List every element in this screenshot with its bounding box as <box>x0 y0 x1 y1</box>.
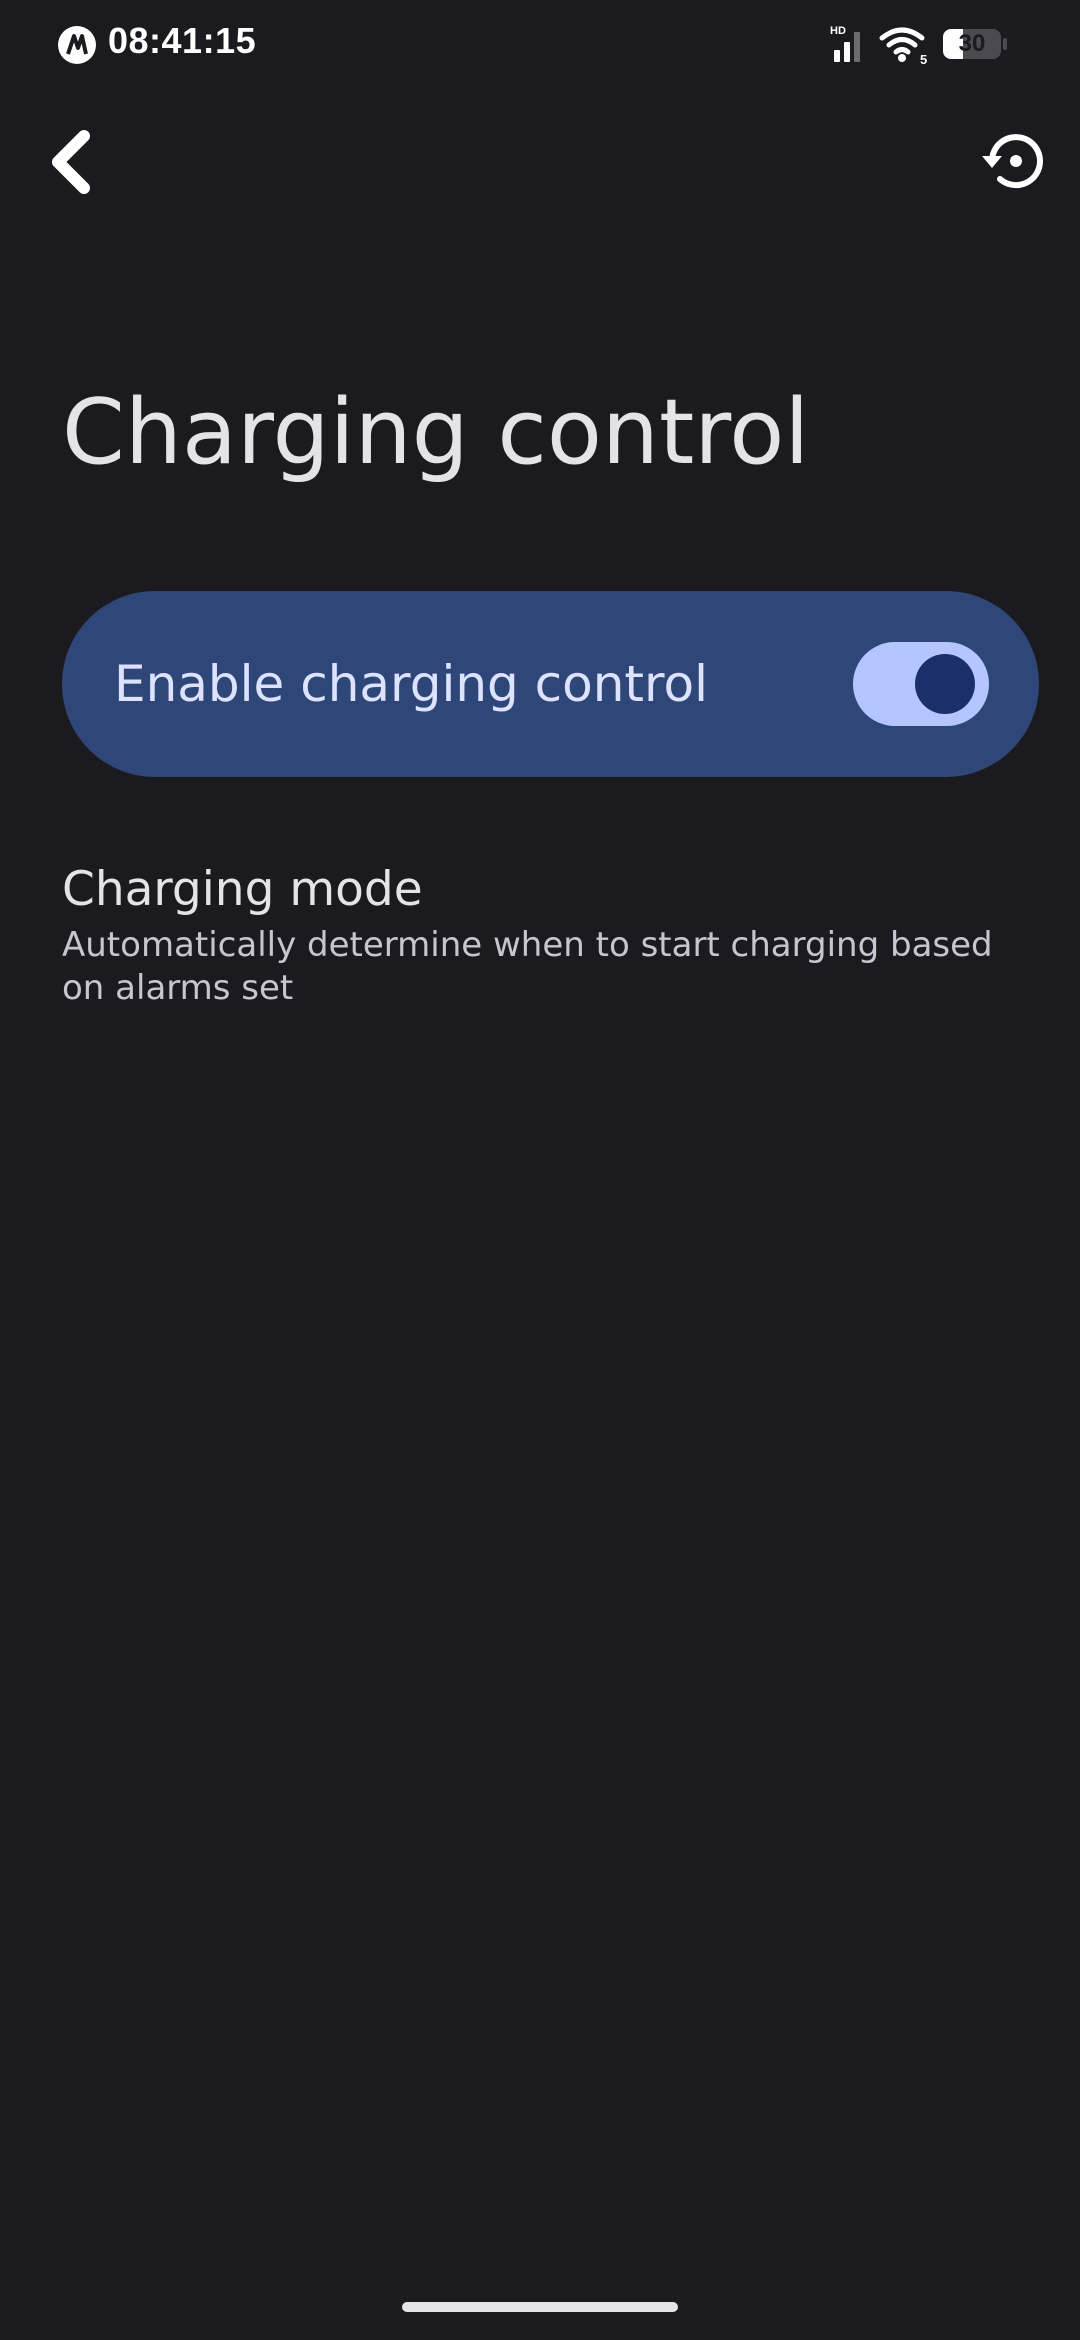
status-icons: HD 5 30 <box>820 22 1080 66</box>
status-bar: 08:41:15 HD 5 30 <box>0 0 1080 90</box>
wifi-icon: 5 <box>879 27 927 66</box>
status-time: 08:41:15 <box>108 20 257 61</box>
preference-title: Charging mode <box>62 862 423 917</box>
cellular-signal-icon: HD <box>830 25 860 62</box>
signal-badge: HD <box>830 25 846 37</box>
wifi-badge: 5 <box>920 52 927 66</box>
page-title: Charging control <box>62 380 810 485</box>
enable-charging-control-switch[interactable]: Enable charging control <box>62 591 1039 777</box>
screen: 08:41:15 HD 5 30 Charging control Enable… <box>0 0 1080 2340</box>
chevron-left-icon <box>52 130 90 194</box>
toggle-thumb <box>915 654 975 714</box>
reset-button[interactable] <box>978 128 1050 194</box>
preference-summary: Automatically determine when to start ch… <box>62 925 993 1008</box>
history-icon <box>982 134 1043 189</box>
app-logo-icon <box>58 26 96 64</box>
gesture-navigation-bar[interactable] <box>402 2302 678 2312</box>
main-switch-label: Enable charging control <box>114 655 708 713</box>
toggle-switch[interactable] <box>853 642 989 726</box>
charging-mode-preference[interactable]: Charging mode Automatically determine wh… <box>62 850 1042 1020</box>
battery-level: 30 <box>958 30 986 57</box>
back-button[interactable] <box>44 124 108 200</box>
